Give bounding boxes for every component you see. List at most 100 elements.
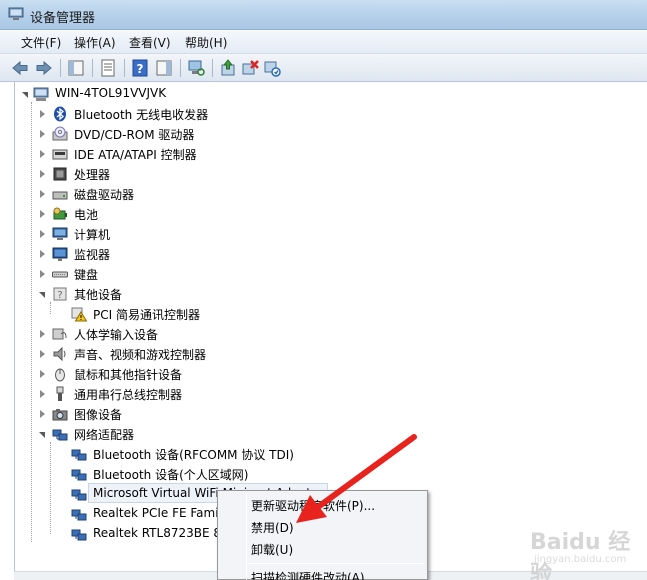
network-adapter-icon [52, 429, 68, 441]
expand-collapse-icon[interactable] [38, 170, 47, 179]
monitor-icon [52, 247, 68, 261]
back-arrow-icon[interactable] [10, 58, 30, 78]
expand-collapse-icon[interactable] [21, 90, 30, 99]
tree-node-label: 其他设备 [74, 288, 123, 302]
tree-connector [50, 302, 51, 314]
tree-node-label: 监视器 [74, 248, 111, 262]
help-icon[interactable]: ? [130, 58, 150, 78]
expand-collapse-icon[interactable] [38, 110, 47, 119]
expand-collapse-icon[interactable] [38, 430, 47, 439]
usb-icon [56, 386, 64, 401]
hid-icon [52, 328, 67, 340]
device-manager-window: 设备管理器 文件(F) 操作(A) 查看(V) 帮助(H) ? WIN-4TOL… [0, 0, 647, 580]
network-adapter-icon [71, 509, 87, 521]
computer-name-label: WIN-4TOL91VVJVK [55, 86, 167, 100]
tree-node-label: Bluetooth 设备(RFCOMM 协议 TDI) [93, 448, 294, 462]
expand-collapse-icon[interactable] [38, 230, 47, 239]
menu-help[interactable]: 帮助(H) [182, 34, 230, 51]
tree-node-label: 鼠标和其他指针设备 [74, 368, 183, 382]
toolbar: ? [0, 54, 647, 82]
action-pane-icon[interactable] [154, 58, 174, 78]
forward-arrow-icon[interactable] [34, 58, 54, 78]
tree-node-label: 电池 [74, 208, 99, 222]
device-manager-icon [8, 7, 24, 20]
tree-node-label: 声音、视频和游戏控制器 [74, 348, 207, 362]
context-menu-disable[interactable]: 禁用(D) [251, 519, 294, 536]
tree-node-label: PCI 简易通讯控制器 [93, 308, 200, 322]
camera-icon [52, 409, 68, 421]
expand-collapse-icon[interactable] [38, 390, 47, 399]
computer-icon [33, 87, 49, 101]
context-menu-separator [248, 563, 424, 564]
battery-icon [53, 207, 67, 220]
toolbar-separator [60, 59, 61, 77]
expand-collapse-icon[interactable] [38, 130, 47, 139]
context-menu-uninstall[interactable]: 卸载(U) [251, 541, 293, 558]
network-adapter-icon [71, 529, 87, 541]
network-adapter-icon [71, 449, 87, 461]
other-devices-icon: ? [53, 287, 67, 301]
expand-collapse-icon[interactable] [38, 410, 47, 419]
scan-hardware-icon[interactable] [262, 58, 282, 78]
toolbar-separator [212, 59, 213, 77]
tree-node-label: 磁盘驱动器 [74, 188, 135, 202]
tree-node-label: 键盘 [74, 268, 99, 282]
dvd-drive-icon [52, 126, 68, 141]
context-menu-update-driver[interactable]: 更新驱动程序软件(P)... [251, 497, 375, 514]
tree-node-label: DVD/CD-ROM 驱动器 [74, 128, 195, 142]
disk-drive-icon [52, 191, 68, 200]
expand-collapse-icon[interactable] [38, 330, 47, 339]
toolbar-separator [92, 59, 93, 77]
tree-connector [50, 442, 51, 534]
baidu-watermark: Baidu 经验 jingyan.baidu.com [500, 518, 640, 580]
tree-node-label: 处理器 [74, 168, 111, 182]
menu-file[interactable]: 文件(F) [18, 34, 64, 51]
toolbar-separator [180, 59, 181, 77]
expand-collapse-icon[interactable] [38, 290, 47, 299]
sound-icon [53, 346, 66, 362]
tree-connector [31, 102, 32, 542]
bluetooth-icon [54, 106, 66, 122]
context-menu-gutter [246, 493, 247, 580]
svg-text:?: ? [137, 62, 144, 76]
tree-node-label: IDE ATA/ATAPI 控制器 [74, 148, 197, 162]
computer-scan-icon[interactable] [186, 58, 206, 78]
tree-node-label: 图像设备 [74, 408, 123, 422]
tree-node-label: 通用串行总线控制器 [74, 388, 183, 402]
expand-collapse-icon[interactable] [38, 370, 47, 379]
network-adapter-icon [71, 489, 87, 501]
warning-device-icon [71, 307, 87, 322]
show-hide-tree-icon[interactable] [66, 58, 86, 78]
network-adapter-icon [71, 469, 87, 481]
expand-collapse-icon[interactable] [38, 150, 47, 159]
expand-collapse-icon[interactable] [38, 190, 47, 199]
tree-node-label: Bluetooth 无线电收发器 [74, 108, 209, 122]
menu-action[interactable]: 操作(A) [71, 34, 119, 51]
properties-icon[interactable] [98, 58, 118, 78]
watermark-subtext: jingyan.baidu.com [534, 554, 627, 565]
computer-icon [52, 227, 68, 240]
expand-collapse-icon[interactable] [38, 250, 47, 259]
context-menu-scan-hardware[interactable]: 扫描检测硬件改动(A) [251, 569, 365, 580]
window-title: 设备管理器 [30, 11, 96, 26]
watermark-text: Baidu 经验 [530, 530, 631, 580]
update-driver-icon[interactable] [218, 58, 238, 78]
keyboard-icon [52, 271, 68, 278]
processor-icon [53, 167, 67, 181]
tree-node-label: Bluetooth 设备(个人区域网) [93, 468, 249, 482]
uninstall-icon[interactable] [240, 58, 260, 78]
mouse-icon [55, 368, 65, 382]
toolbar-separator [124, 59, 125, 77]
context-menu: 更新驱动程序软件(P)... 禁用(D) 卸载(U) 扫描检测硬件改动(A) [217, 490, 428, 580]
tree-node-label: 人体学输入设备 [74, 328, 159, 342]
tree-node-label: 计算机 [74, 228, 111, 242]
ide-controller-icon [52, 149, 68, 160]
expand-collapse-icon[interactable] [38, 210, 47, 219]
title-bar[interactable]: 设备管理器 [0, 0, 647, 30]
menu-bar: 文件(F) 操作(A) 查看(V) 帮助(H) [0, 30, 647, 54]
expand-collapse-icon[interactable] [38, 270, 47, 279]
svg-text:?: ? [57, 290, 62, 301]
expand-collapse-icon[interactable] [38, 350, 47, 359]
tree-node-label: 网络适配器 [74, 428, 135, 442]
menu-view[interactable]: 查看(V) [126, 34, 174, 51]
